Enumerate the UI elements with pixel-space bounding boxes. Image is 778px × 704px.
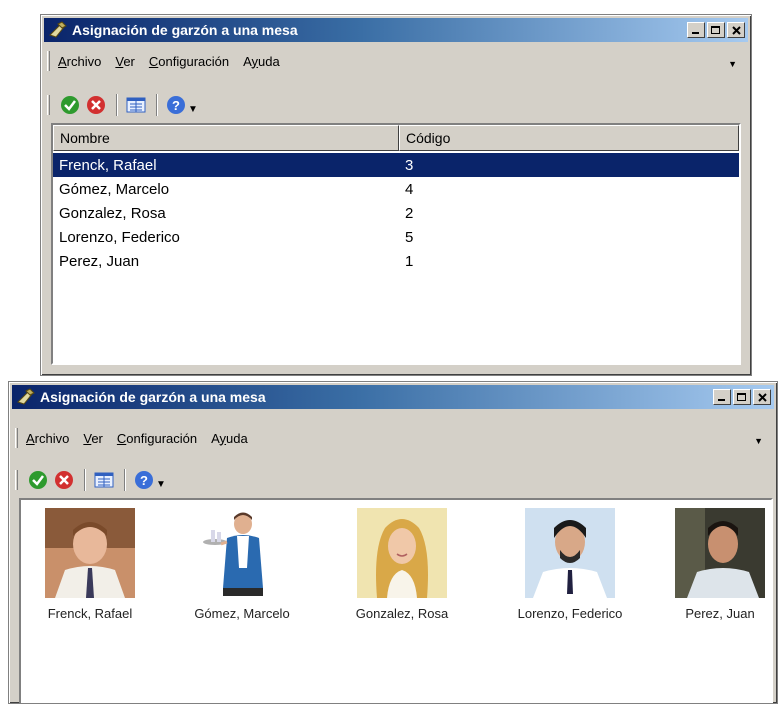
menubar-overflow-icon[interactable]: ▼ [728,59,737,69]
menu-bar: Archivo Ver Configuración Ayuda ▼ [15,426,771,450]
minimize-button[interactable] [713,389,731,405]
toolbar: ? ▼ [15,466,771,494]
cell-name: Lorenzo, Federico [59,228,180,246]
toolbar-grip[interactable] [47,95,50,115]
waiter-photo [357,508,447,598]
window-title: Asignación de garzón a una mesa [72,22,298,38]
waiter-app-icon [16,388,36,406]
item-label: Perez, Juan [685,606,755,621]
minimize-button[interactable] [687,22,705,38]
view-toggle-icon[interactable] [92,468,116,492]
assignment-window-icons: Asignación de garzón a una mesa Archivo … [8,381,778,704]
menu-archivo[interactable]: Archivo [58,54,101,69]
item-label: Gonzalez, Rosa [355,606,449,621]
menu-ver[interactable]: Ver [83,431,103,446]
list-item[interactable]: Lorenzo, Federico [505,508,635,621]
cell-name: Gómez, Marcelo [59,180,170,198]
column-header-nombre[interactable]: Nombre [53,125,399,151]
waiter-list[interactable]: Nombre Código Frenck, Rafael 3 Gómez, Ma… [51,123,741,365]
svg-text:?: ? [140,473,148,488]
item-label: Frenck, Rafael [47,606,133,621]
window-title: Asignación de garzón a una mesa [40,389,266,405]
close-button[interactable] [727,22,745,38]
maximize-button[interactable] [733,389,751,405]
menu-configuracion[interactable]: Configuración [117,431,197,446]
cell-code: 5 [405,228,414,246]
help-icon[interactable]: ? [132,468,156,492]
table-row[interactable]: Lorenzo, Federico 5 [53,225,739,249]
list-item[interactable]: Perez, Juan [655,508,778,621]
cell-name: Frenck, Rafael [59,156,157,174]
waiter-app-icon [48,21,68,39]
menu-ver[interactable]: Ver [115,54,135,69]
toolbar-separator [156,94,158,116]
table-row[interactable]: Gonzalez, Rosa 2 [53,201,739,225]
maximize-button[interactable] [707,22,725,38]
help-icon[interactable]: ? [164,93,188,117]
menu-ayuda[interactable]: Ayuda [211,431,248,446]
menubar-grip[interactable] [15,428,18,448]
menu-bar: Archivo Ver Configuración Ayuda ▼ [47,49,745,73]
accept-icon[interactable] [26,468,50,492]
toolbar-grip[interactable] [15,470,18,490]
waiter-photo [675,508,765,598]
menubar-overflow-icon[interactable]: ▼ [754,436,763,446]
svg-text:?: ? [172,98,180,113]
waiter-photo [525,508,615,598]
menu-archivo[interactable]: Archivo [26,431,69,446]
cell-name: Perez, Juan [59,252,140,270]
table-row[interactable]: Gómez, Marcelo 4 [53,177,739,201]
waiter-icon-view[interactable]: Frenck, Rafael Gómez, Marcelo Gonzalez, … [19,498,773,703]
cell-code: 2 [405,204,414,222]
cell-code: 3 [405,156,414,174]
list-header: Nombre Código [53,125,739,151]
item-label: Gómez, Marcelo [194,606,290,621]
toolbar: ? ▼ [47,91,745,119]
menu-ayuda[interactable]: Ayuda [243,54,280,69]
cancel-icon[interactable] [52,468,76,492]
list-item[interactable]: Gonzalez, Rosa [337,508,467,621]
assignment-window-details: Asignación de garzón a una mesa Archivo … [40,14,752,376]
menubar-grip[interactable] [47,51,50,71]
column-header-codigo[interactable]: Código [399,125,739,151]
item-label: Lorenzo, Federico [517,606,623,621]
help-dropdown-icon[interactable]: ▼ [156,479,166,490]
waiter-photo [197,508,287,598]
cell-code: 1 [405,252,414,270]
title-bar[interactable]: Asignación de garzón a una mesa [44,18,748,42]
accept-icon[interactable] [58,93,82,117]
waiter-photo [45,508,135,598]
cancel-icon[interactable] [84,93,108,117]
close-button[interactable] [753,389,771,405]
toolbar-separator [116,94,118,116]
title-bar[interactable]: Asignación de garzón a una mesa [12,385,774,409]
table-row[interactable]: Perez, Juan 1 [53,249,739,273]
toolbar-separator [124,469,126,491]
cell-code: 4 [405,180,414,198]
view-toggle-icon[interactable] [124,93,148,117]
list-item[interactable]: Gómez, Marcelo [177,508,307,621]
help-dropdown-icon[interactable]: ▼ [188,104,198,115]
toolbar-separator [84,469,86,491]
cell-name: Gonzalez, Rosa [59,204,166,222]
table-row[interactable]: Frenck, Rafael 3 [53,153,739,177]
menu-configuracion[interactable]: Configuración [149,54,229,69]
list-item[interactable]: Frenck, Rafael [25,508,155,621]
